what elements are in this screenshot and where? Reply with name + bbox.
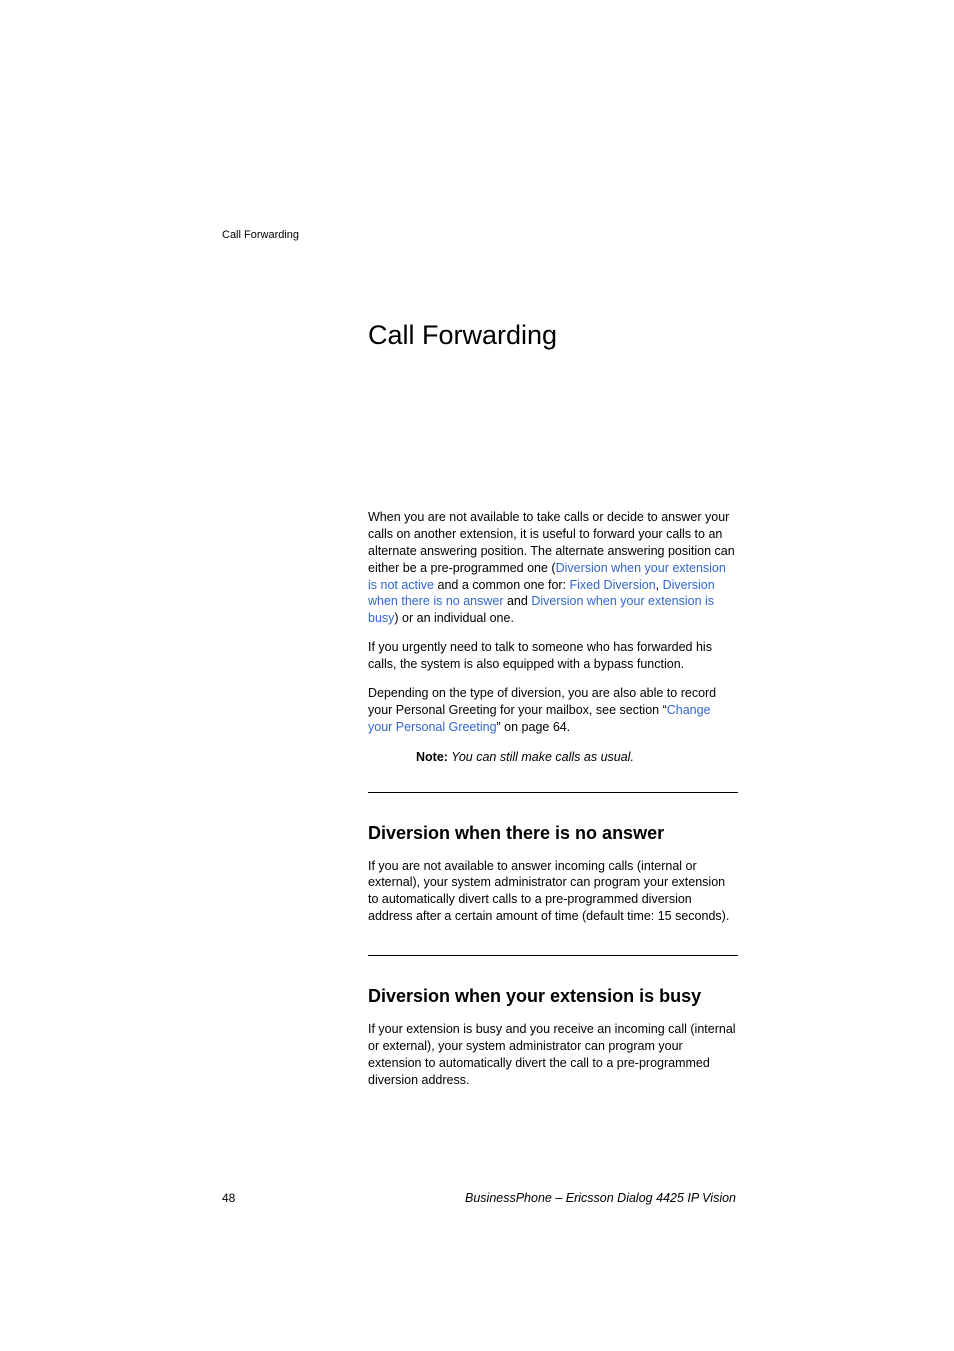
footer-publication: BusinessPhone – Ericsson Dialog 4425 IP …	[465, 1191, 736, 1205]
text-fragment: and a common one for:	[434, 578, 570, 592]
section-heading-no-answer: Diversion when there is no answer	[368, 823, 738, 844]
intro-paragraph-1: When you are not available to take calls…	[368, 509, 738, 627]
page-title: Call Forwarding	[368, 320, 738, 351]
link-fixed-diversion[interactable]: Fixed Diversion	[570, 578, 656, 592]
text-fragment: ) or an individual one.	[394, 611, 514, 625]
page-footer: 48 BusinessPhone – Ericsson Dialog 4425 …	[222, 1191, 736, 1205]
note-label: Note:	[416, 750, 448, 764]
header-section-name: Call Forwarding	[222, 229, 299, 241]
section-divider	[368, 792, 738, 793]
section-body-busy: If your extension is busy and you receiv…	[368, 1021, 738, 1089]
section-heading-busy: Diversion when your extension is busy	[368, 986, 738, 1007]
page-header: Call Forwarding	[222, 229, 299, 241]
page-number: 48	[222, 1191, 235, 1205]
text-fragment: ,	[656, 578, 663, 592]
intro-paragraph-3: Depending on the type of diversion, you …	[368, 685, 738, 736]
note-text: You can still make calls as usual.	[448, 750, 634, 764]
section-body-no-answer: If you are not available to answer incom…	[368, 858, 738, 926]
section-divider	[368, 955, 738, 956]
intro-paragraph-2: If you urgently need to talk to someone …	[368, 639, 738, 673]
text-fragment: and	[504, 594, 532, 608]
main-content: Call Forwarding When you are not availab…	[368, 320, 738, 1101]
text-fragment: ” on page 64.	[497, 720, 571, 734]
note-block: Note: You can still make calls as usual.	[368, 748, 738, 766]
text-fragment: Depending on the type of diversion, you …	[368, 686, 716, 717]
